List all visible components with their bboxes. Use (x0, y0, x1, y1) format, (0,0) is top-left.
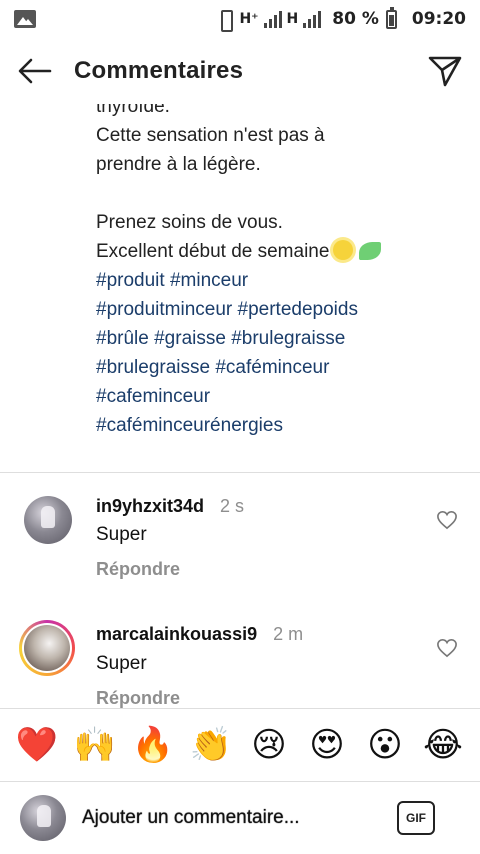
hashtag-line: #brulegraisse #caféminceur (96, 353, 466, 382)
clock: 09:20 (411, 9, 466, 29)
clapping-emoji-button[interactable]: 👏 (189, 723, 233, 767)
app-header: Commentaires (0, 38, 480, 104)
caption-text: Excellent début de semaine (96, 241, 330, 262)
battery-icon (385, 6, 397, 29)
crying-emoji-button[interactable]: 😢 (247, 723, 291, 767)
comment-input[interactable]: Ajouter un commentaire... (82, 807, 300, 829)
leaves-emoji-icon (359, 242, 382, 260)
avatar (24, 625, 70, 671)
comment-username[interactable]: marcalainkouassi9 (96, 624, 257, 644)
send-icon (428, 56, 462, 87)
reply-button[interactable]: Répondre (96, 559, 180, 580)
fire-emoji-button[interactable]: 🔥 (131, 723, 175, 767)
gif-button[interactable]: GIF (397, 801, 435, 835)
comment-username-row: in9yhzxit34d 2 s (96, 496, 244, 517)
post-caption: thyroïde. Cette sensation n'est pas à pr… (96, 92, 466, 440)
hashtag[interactable]: #produit (96, 270, 165, 291)
hashtag[interactable]: #brûle (96, 328, 149, 349)
hashtag-line: #brûle #graisse #brulegraisse (96, 324, 466, 353)
signal-icon-2 (303, 10, 322, 28)
surprised-emoji-button[interactable]: 😮 (363, 723, 407, 767)
heart-icon[interactable] (436, 638, 458, 658)
vibrate-icon (216, 9, 234, 32)
user-avatar (20, 795, 66, 841)
network-type-1: H⁺ (239, 11, 259, 27)
comment-username-row: marcalainkouassi9 2 m (96, 624, 303, 645)
comment-username[interactable]: in9yhzxit34d (96, 496, 204, 516)
heart-eyes-emoji-button[interactable]: 😍 (305, 723, 349, 767)
comment-text: Super (96, 524, 147, 545)
reply-button[interactable]: Répondre (96, 688, 180, 709)
caption-line-emoji: Excellent début de semaine (96, 237, 466, 266)
caption-line: Prenez soins de vous. (96, 212, 283, 233)
hashtag[interactable]: #brulegraisse (231, 328, 345, 349)
hashtag[interactable]: #caféminceur (215, 357, 329, 378)
page-title: Commentaires (74, 57, 244, 84)
battery-level: 80 % (332, 9, 379, 29)
heart-emoji-button[interactable]: ❤️ (15, 723, 59, 767)
caption-line: prendre à la légère. (96, 154, 261, 175)
sunflower-emoji-icon (333, 240, 354, 260)
comment-text: Super (96, 653, 147, 674)
avatar[interactable] (24, 496, 72, 544)
status-bar: H⁺ H 80 % 09:20 (0, 0, 480, 38)
hashtag[interactable]: #caféminceurénergies (96, 415, 283, 436)
hashtag[interactable]: #minceur (170, 270, 248, 291)
hashtag[interactable]: #pertedepoids (238, 299, 358, 320)
avatar-story-ring[interactable] (19, 620, 75, 676)
comment-time: 2 m (273, 624, 304, 644)
heart-icon[interactable] (436, 510, 458, 530)
divider (0, 472, 480, 473)
signal-icon-1 (263, 10, 282, 28)
hashtag-line: #produit #minceur (96, 266, 466, 295)
caption-line: Cette sensation n'est pas à (96, 125, 325, 146)
raised-hands-emoji-button[interactable]: 🙌 (73, 723, 117, 767)
emoji-quick-bar: ❤️ 🙌 🔥 👏 😢 😍 😮 😂 (0, 708, 480, 782)
arrow-left-icon (18, 58, 52, 84)
network-type-2: H (286, 11, 299, 27)
hashtag[interactable]: #brulegraisse (96, 357, 210, 378)
comment-time: 2 s (220, 496, 245, 516)
back-button[interactable] (18, 51, 58, 91)
hashtag-line: #caféminceurénergies (96, 411, 466, 440)
hashtag[interactable]: #graisse (154, 328, 226, 349)
image-notification-icon (14, 10, 36, 28)
hashtag[interactable]: #produitminceur (96, 299, 232, 320)
share-button[interactable] (422, 51, 462, 91)
laughing-emoji-button[interactable]: 😂 (421, 723, 465, 767)
hashtag[interactable]: #cafeminceur (96, 386, 210, 407)
hashtag-line: #cafeminceur (96, 382, 466, 411)
hashtag-line: #produitminceur #pertedepoids (96, 295, 466, 324)
